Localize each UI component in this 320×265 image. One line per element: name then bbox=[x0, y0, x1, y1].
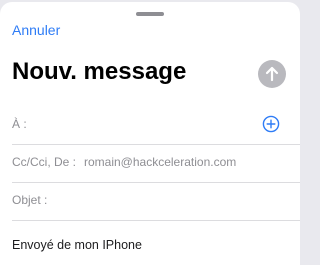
cc-from-label: Cc/Cci, De : bbox=[12, 155, 77, 169]
cc-from-field[interactable]: Cc/Cci, De : romain@hackceleration.com bbox=[12, 142, 300, 183]
to-label: À : bbox=[12, 117, 27, 131]
subject-field[interactable]: Objet : bbox=[12, 180, 300, 221]
plus-circle-icon bbox=[262, 115, 280, 133]
sheet-grabber[interactable] bbox=[136, 12, 164, 16]
to-field[interactable]: À : bbox=[12, 104, 300, 145]
arrow-up-icon bbox=[265, 66, 279, 82]
page-title: Nouv. message bbox=[12, 58, 187, 85]
from-email: romain@hackceleration.com bbox=[84, 155, 237, 169]
subject-label: Objet : bbox=[12, 193, 48, 207]
cancel-button[interactable]: Annuler bbox=[12, 22, 60, 38]
message-body-signature[interactable]: Envoyé de mon IPhone bbox=[12, 238, 142, 252]
compose-sheet: Annuler Nouv. message À : Cc/Cci, De : r… bbox=[0, 2, 300, 265]
send-button[interactable] bbox=[258, 60, 286, 88]
add-recipient-button[interactable] bbox=[262, 115, 280, 133]
